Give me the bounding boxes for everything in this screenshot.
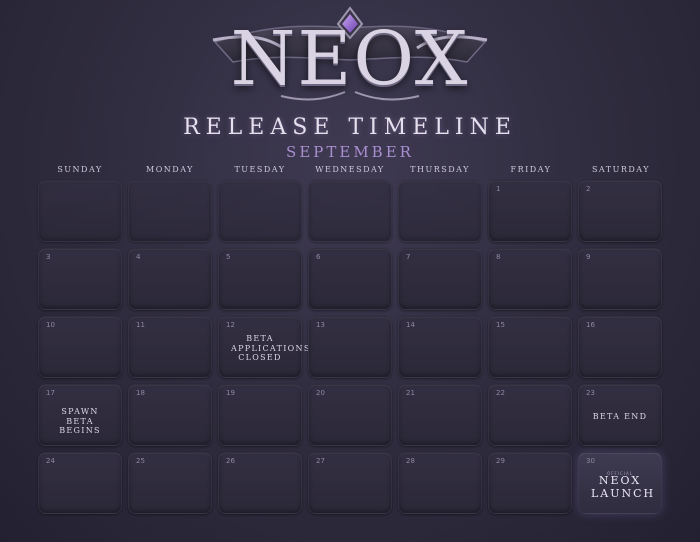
day-number: 3 [46, 253, 51, 261]
calendar-day-27: 27 [308, 452, 392, 514]
day-number: 12 [226, 321, 235, 329]
event-beta-applications-closed: BETA APPLICATIONS CLOSED [231, 334, 311, 363]
calendar-day-13: 13 [308, 316, 392, 378]
day-number: 18 [136, 389, 145, 397]
calendar-day-22: 22 [488, 384, 572, 446]
day-number: 23 [586, 389, 595, 397]
calendar-day-6: 6 [308, 248, 392, 310]
day-number: 16 [586, 321, 595, 329]
calendar-day-5: 5 [218, 248, 302, 310]
calendar-day-25: 25 [128, 452, 212, 514]
calendar-day-21: 21 [398, 384, 482, 446]
weekday-wednesday: WEDNESDAY [315, 165, 385, 174]
weekday-header: SUNDAY MONDAY TUESDAY WEDNESDAY THURSDAY… [38, 165, 663, 177]
day-number: 30 [586, 457, 595, 465]
day-number: 2 [586, 185, 591, 193]
weekday-thursday: THURSDAY [410, 165, 470, 174]
calendar-day-10: 10 [38, 316, 122, 378]
day-number: 26 [226, 457, 235, 465]
calendar-day-14: 14 [398, 316, 482, 378]
calendar-cell-empty [218, 180, 302, 242]
day-number: 15 [496, 321, 505, 329]
calendar-day-29: 29 [488, 452, 572, 514]
calendar-day-28: 28 [398, 452, 482, 514]
calendar-day-1: 1 [488, 180, 572, 242]
day-number: 19 [226, 389, 235, 397]
day-number: 17 [46, 389, 55, 397]
event-neox-launch: NEOX LAUNCH [591, 474, 656, 500]
day-number: 7 [406, 253, 411, 261]
day-number: 29 [496, 457, 505, 465]
weekday-saturday: SATURDAY [591, 165, 651, 174]
calendar-day-24: 24 [38, 452, 122, 514]
calendar-cell-empty [308, 180, 392, 242]
calendar-day-4: 4 [128, 248, 212, 310]
calendar-day-8: 8 [488, 248, 572, 310]
day-number: 21 [406, 389, 415, 397]
day-number: 20 [316, 389, 325, 397]
logo-text: NEOX [230, 16, 470, 102]
calendar-day-12: 12 BETA APPLICATIONS CLOSED [218, 316, 311, 378]
calendar-day-7: 7 [398, 248, 482, 310]
calendar-cell-empty [38, 180, 122, 242]
day-number: 4 [136, 253, 141, 261]
calendar-day-2: 2 [578, 180, 662, 242]
weekday-monday: MONDAY [146, 165, 194, 174]
calendar-day-30: 30 OFFICIAL NEOX LAUNCH [578, 452, 662, 514]
day-number: 14 [406, 321, 415, 329]
day-number: 28 [406, 457, 415, 465]
calendar-day-19: 19 [218, 384, 302, 446]
day-number: 25 [136, 457, 145, 465]
day-number: 5 [226, 253, 231, 261]
day-number: 11 [136, 321, 145, 329]
month-label: SEPTEMBER [286, 143, 414, 161]
day-number: 10 [46, 321, 55, 329]
calendar-day-3: 3 [38, 248, 122, 310]
weekday-tuesday: TUESDAY [234, 165, 286, 174]
event-spawn-beta-begins: SPAWN BETA BEGINS [59, 407, 101, 436]
weekday-friday: FRIDAY [510, 165, 552, 174]
calendar-day-20: 20 [308, 384, 392, 446]
logo: NEOX [0, 0, 700, 115]
page-title: RELEASE TIMELINE [183, 115, 517, 140]
day-number: 9 [586, 253, 591, 261]
calendar-day-16: 16 [578, 316, 662, 378]
calendar-day-23: 23 BETA END [578, 384, 662, 446]
day-number: 6 [316, 253, 321, 261]
day-number: 13 [316, 321, 325, 329]
weekday-sunday: SUNDAY [57, 165, 103, 174]
calendar-day-26: 26 [218, 452, 302, 514]
calendar-cell-empty [398, 180, 482, 242]
calendar-day-15: 15 [488, 316, 572, 378]
day-number: 1 [496, 185, 501, 193]
calendar-day-9: 9 [578, 248, 662, 310]
day-number: 8 [496, 253, 501, 261]
day-number: 27 [316, 457, 325, 465]
day-number: 22 [496, 389, 505, 397]
day-number: 24 [46, 457, 55, 465]
calendar-day-18: 18 [128, 384, 212, 446]
calendar-day-17: 17 SPAWN BETA BEGINS [38, 384, 122, 446]
calendar-day-11: 11 [128, 316, 212, 378]
event-beta-end: BETA END [592, 412, 648, 421]
calendar-cell-empty [128, 180, 212, 242]
